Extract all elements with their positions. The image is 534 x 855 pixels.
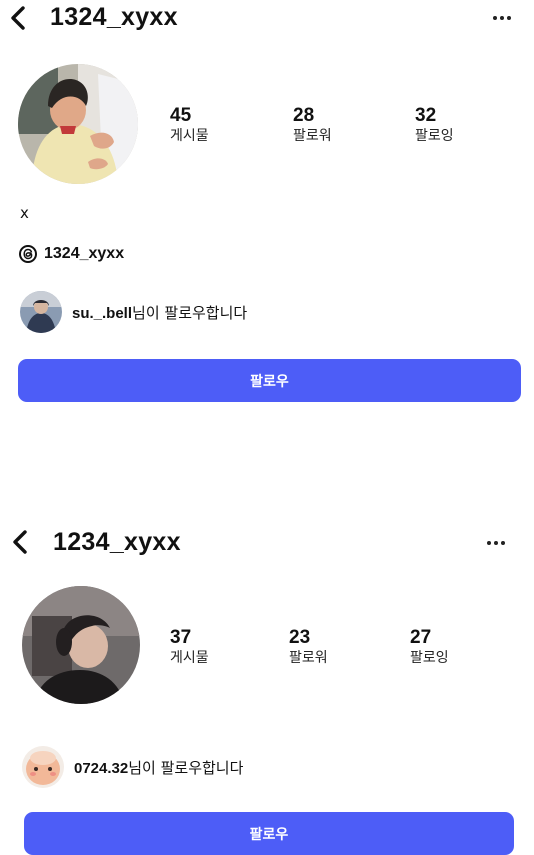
more-dot bbox=[501, 541, 505, 545]
more-options-button[interactable] bbox=[493, 16, 511, 20]
profile-avatar[interactable] bbox=[18, 64, 138, 184]
more-dot bbox=[507, 16, 511, 20]
stat-posts[interactable]: 45 게시물 bbox=[170, 105, 260, 145]
threads-icon bbox=[19, 245, 37, 263]
stat-label: 팔로잉 bbox=[410, 650, 449, 666]
stat-label: 게시물 bbox=[170, 650, 209, 666]
stat-label: 팔로잉 bbox=[415, 128, 454, 144]
stat-followers[interactable]: 28 팔로워 bbox=[293, 105, 383, 145]
follow-button[interactable]: 팔로우 bbox=[24, 812, 514, 855]
more-dot bbox=[493, 16, 497, 20]
follower-avatar bbox=[20, 291, 62, 333]
follow-button[interactable]: 팔로우 bbox=[18, 359, 521, 402]
chevron-left-icon bbox=[11, 6, 25, 30]
stat-count: 37 bbox=[170, 627, 192, 648]
followed-by[interactable]: 0724.32님이 팔로우합니다 bbox=[22, 746, 243, 788]
followed-by-text: 0724.32님이 팔로우합니다 bbox=[74, 757, 243, 778]
stat-count: 23 bbox=[289, 627, 311, 648]
stat-count: 27 bbox=[410, 627, 432, 648]
profile-bio: x bbox=[20, 204, 29, 222]
stat-count: 32 bbox=[415, 105, 437, 126]
back-button[interactable] bbox=[10, 6, 26, 30]
stat-count: 28 bbox=[293, 105, 315, 126]
follower-avatar bbox=[22, 746, 64, 788]
stat-label: 팔로워 bbox=[289, 650, 328, 666]
profile-username: 1324_xyxx bbox=[50, 3, 178, 31]
threads-link[interactable]: 1324_xyxx bbox=[18, 244, 124, 264]
profile-photo bbox=[18, 64, 138, 184]
stat-posts[interactable]: 37 게시물 bbox=[170, 627, 260, 667]
followed-by-text: su._.bell님이 팔로우합니다 bbox=[72, 302, 247, 323]
follower-photo bbox=[20, 291, 62, 333]
profile-avatar[interactable] bbox=[22, 586, 140, 704]
follower-name[interactable]: su._.bell bbox=[72, 305, 132, 322]
more-dot bbox=[487, 541, 491, 545]
follower-photo bbox=[22, 746, 64, 788]
threads-handle: 1324_xyxx bbox=[44, 245, 125, 262]
profile-2: 1234_xyxx 37 게시물 23 팔로워 27 팔로잉 0724.32님이… bbox=[0, 520, 534, 855]
more-dot bbox=[500, 16, 504, 20]
follower-name[interactable]: 0724.32 bbox=[74, 760, 128, 777]
followed-by-suffix: 님이 팔로우합니다 bbox=[132, 303, 248, 322]
stat-label: 팔로워 bbox=[293, 128, 332, 144]
profile-1: 1324_xyxx 45 게시물 28 팔로워 32 팔로잉 x 1324_xy… bbox=[0, 0, 534, 420]
more-dot bbox=[494, 541, 498, 545]
stat-count: 45 bbox=[170, 105, 192, 126]
stat-followers[interactable]: 23 팔로워 bbox=[289, 627, 379, 667]
back-button[interactable] bbox=[12, 530, 28, 554]
stat-following[interactable]: 32 팔로잉 bbox=[415, 105, 505, 145]
profile-photo bbox=[22, 586, 140, 704]
stat-following[interactable]: 27 팔로잉 bbox=[410, 627, 500, 667]
followed-by-suffix: 님이 팔로우합니다 bbox=[128, 758, 244, 777]
followed-by[interactable]: su._.bell님이 팔로우합니다 bbox=[20, 291, 247, 333]
stat-label: 게시물 bbox=[170, 128, 209, 144]
chevron-left-icon bbox=[13, 530, 27, 554]
profile-username: 1234_xyxx bbox=[53, 528, 181, 556]
more-options-button[interactable] bbox=[487, 541, 505, 545]
